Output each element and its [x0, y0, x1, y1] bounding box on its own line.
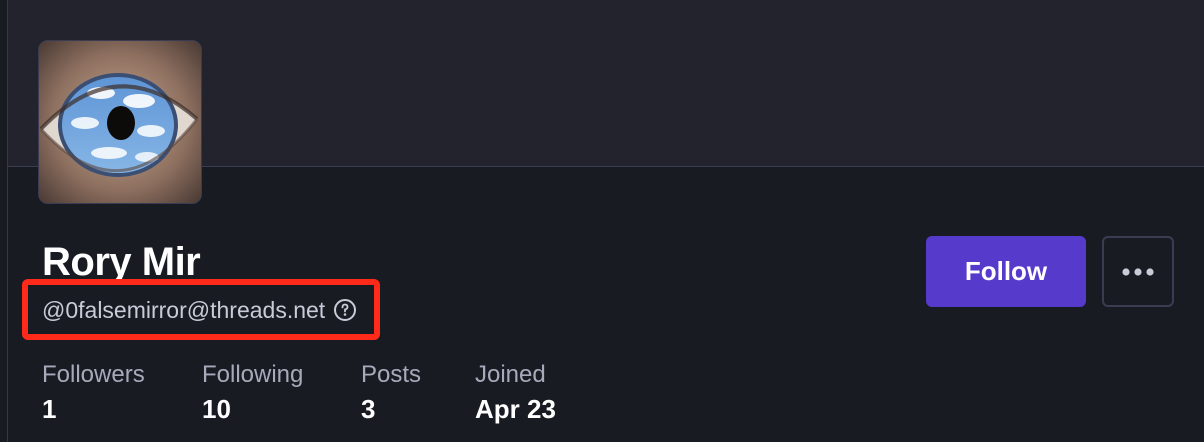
stat-value: Apr 23: [475, 394, 556, 424]
stat-following[interactable]: Following 10: [202, 360, 361, 428]
stat-label: Posts: [361, 361, 422, 388]
profile-stats: Followers 1 Following 10 Posts 3 Joined …: [42, 360, 556, 428]
avatar[interactable]: [38, 40, 202, 204]
stat-followers[interactable]: Followers 1: [42, 360, 202, 428]
handle-row: @0falsemirror@threads.net: [42, 293, 357, 327]
info-icon[interactable]: [333, 298, 357, 322]
stat-value: 1: [42, 394, 57, 424]
stat-value: 10: [202, 394, 231, 424]
account-handle: @0falsemirror@threads.net: [42, 297, 326, 323]
stat-label: Joined: [475, 361, 546, 388]
stat-label: Followers: [42, 361, 145, 388]
stat-posts[interactable]: Posts 3: [361, 360, 475, 428]
follow-button[interactable]: Follow: [926, 236, 1086, 307]
stat-value: 3: [361, 394, 376, 424]
more-options-button[interactable]: [1102, 236, 1174, 307]
stat-label: Following: [202, 361, 304, 388]
stat-joined: Joined Apr 23: [475, 360, 556, 428]
display-name: Rory Mir: [42, 240, 201, 284]
more-horizontal-icon: [1121, 264, 1155, 279]
avatar-eye-image: [39, 41, 201, 203]
